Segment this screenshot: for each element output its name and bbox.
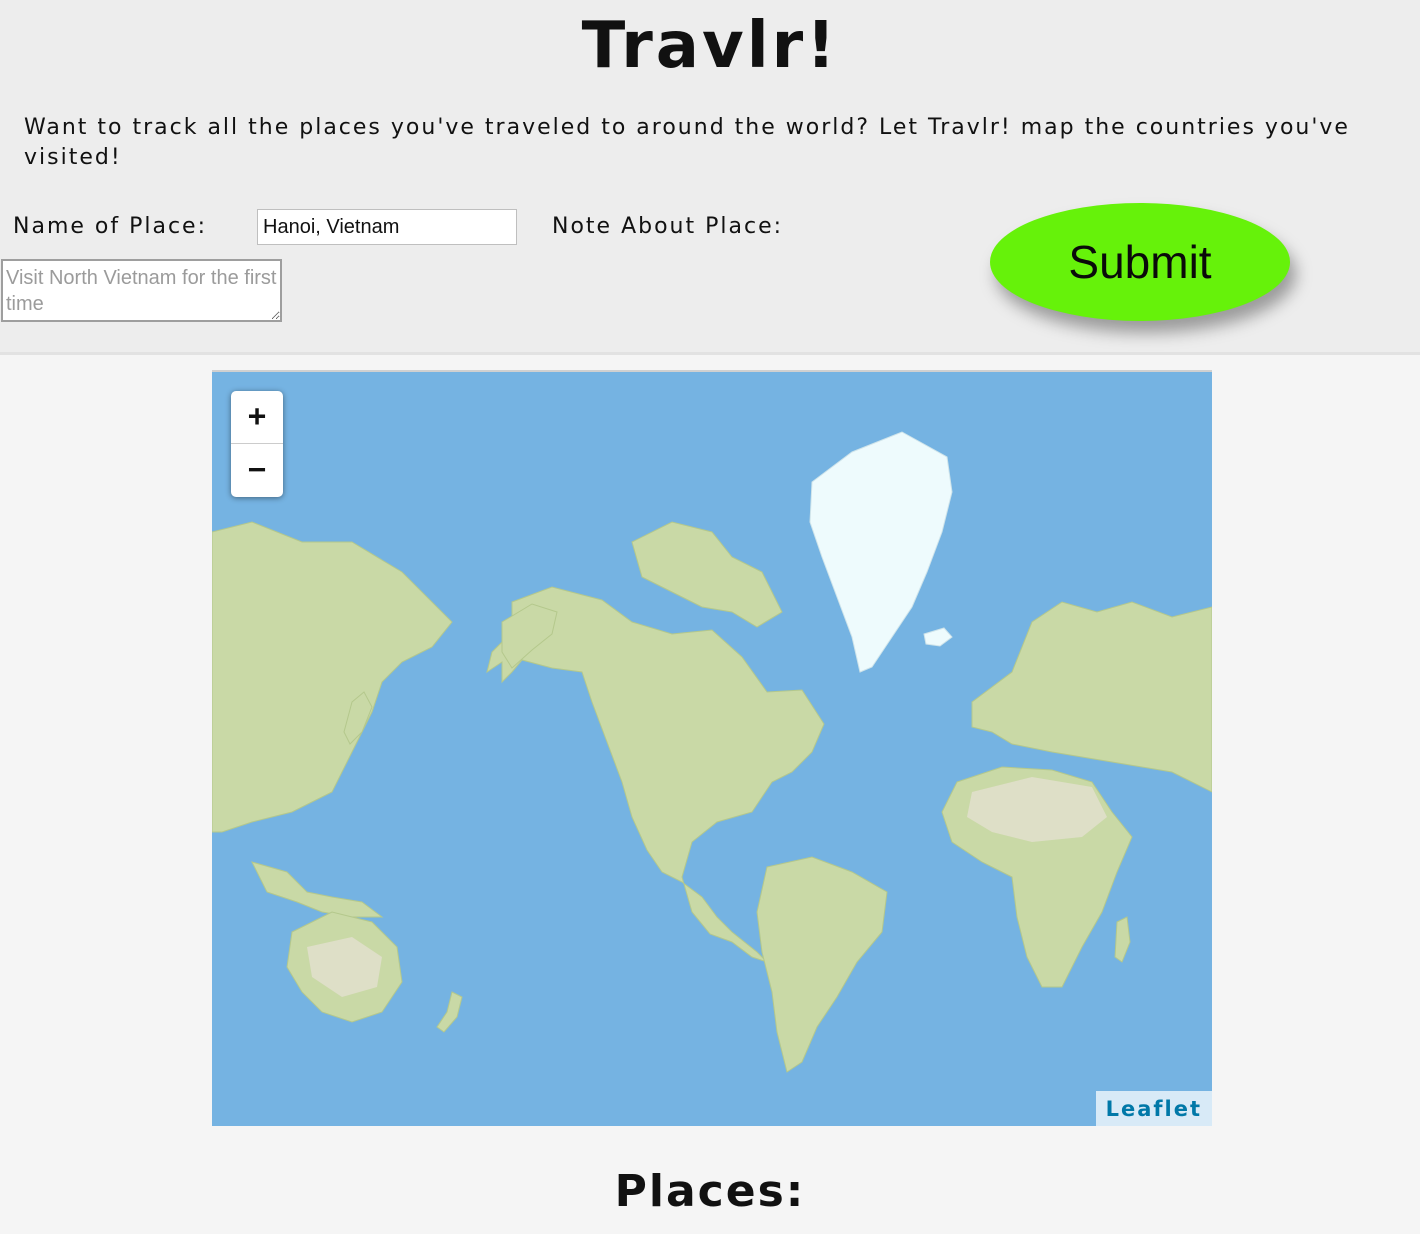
intro-text: Want to track all the places you've trav…	[24, 115, 1350, 170]
header: Travlr! Want to track all the places you…	[0, 0, 1420, 355]
places-heading: Places:	[614, 1166, 806, 1217]
zoom-control: + −	[231, 391, 283, 497]
note-about-place-textarea[interactable]	[1, 259, 282, 322]
name-of-place-label: Name of Place:	[13, 214, 207, 239]
name-of-place-input[interactable]	[257, 209, 517, 245]
zoom-out-button[interactable]: −	[231, 444, 283, 496]
note-about-place-label: Note About Place:	[552, 214, 784, 239]
page-title: Travlr!	[581, 9, 839, 83]
submit-button[interactable]: Submit	[990, 203, 1290, 321]
map-tiles	[212, 372, 1212, 1126]
world-map[interactable]: + − Leaflet	[212, 370, 1212, 1126]
leaflet-attribution-link[interactable]: Leaflet	[1095, 1091, 1212, 1126]
zoom-in-button[interactable]: +	[231, 391, 283, 444]
